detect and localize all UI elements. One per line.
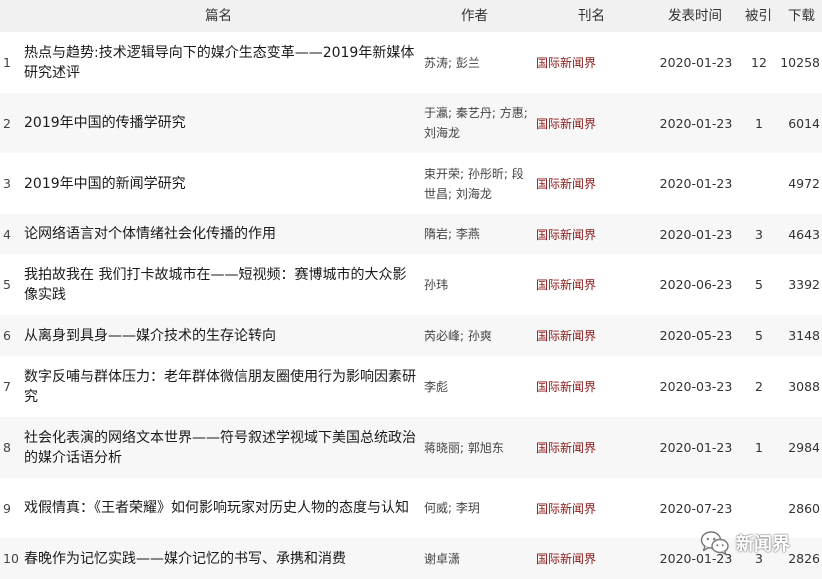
article-title-link[interactable]: 论网络语言对个体情绪社会化传播的作用 [24, 214, 419, 254]
author-links[interactable]: 束开荣; 孙彤昕; 段世昌; 刘海龙 [424, 153, 528, 214]
table-row: 10 春晚作为记忆实践——媒介记忆的书写、承携和消费 谢卓潇 国际新闻界 2020-01… [0, 538, 822, 579]
table-row: 9 戏假情真：《王者荣耀》如何影响玩家对历史人物的态度与认知 何威; 李玥 国际新闻界… [0, 478, 822, 538]
article-title-link[interactable]: 2019年中国的新闻学研究 [24, 153, 419, 214]
cited-count: 12 [751, 55, 767, 70]
cited-count: 2 [755, 379, 763, 394]
row-index: 1 [3, 55, 11, 70]
download-count[interactable]: 6014 [778, 93, 822, 153]
cited-count: 1 [755, 115, 763, 131]
publish-date: 2020-01-23 [659, 440, 733, 455]
row-index: 8 [3, 440, 11, 455]
table-row: 8 社会化表演的网络文本世界——符号叙述学视域下美国总统政治的媒介话语分析 蒋晓丽;… [0, 417, 822, 478]
row-index: 5 [3, 277, 11, 292]
row-index: 10 [3, 551, 19, 566]
download-count[interactable]: 4972 [778, 153, 822, 214]
article-title-link[interactable]: 数字反哺与群体压力：老年群体微信朋友圈使用行为影响因素研究 [24, 356, 419, 417]
table-row: 6 从离身到具身——媒介技术的生存论转向 芮必峰; 孙爽 国际新闻界 2020-05-2… [0, 315, 822, 356]
journal-link[interactable]: 国际新闻界 [536, 538, 626, 579]
publish-date: 2020-01-23 [659, 176, 733, 191]
author-links[interactable]: 于瀛; 秦艺丹; 方惠; 刘海龙 [424, 93, 528, 153]
journal-link[interactable]: 国际新闻界 [536, 32, 626, 93]
table-row: 5 我拍故我在 我们打卡故城市在——短视频：赛博城市的大众影像实践 孙玮 国际新闻界 2… [0, 254, 822, 315]
journal-link[interactable]: 国际新闻界 [536, 417, 626, 478]
header-cited[interactable]: 被引 [745, 0, 772, 32]
header-title[interactable]: 篇名 [205, 0, 232, 32]
download-count[interactable]: 2984 [778, 417, 822, 478]
header-author[interactable]: 作者 [461, 0, 488, 32]
download-count[interactable]: 10258 [778, 32, 822, 93]
journal-link[interactable]: 国际新闻界 [536, 478, 626, 538]
article-title-link[interactable]: 热点与趋势:技术逻辑导向下的媒介生态变革——2019年新媒体研究述评 [24, 32, 419, 93]
row-index: 3 [3, 176, 11, 191]
watermark: 新闻界 [700, 528, 790, 558]
watermark-text: 新闻界 [736, 534, 790, 555]
author-links[interactable]: 隋岩; 李燕 [424, 214, 528, 254]
author-links[interactable]: 谢卓潇 [424, 538, 528, 579]
cited-count [744, 153, 774, 214]
table-row: 2 2019年中国的传播学研究 于瀛; 秦艺丹; 方惠; 刘海龙 国际新闻界 2020-… [0, 93, 822, 153]
cited-count: 5 [755, 328, 763, 343]
row-index: 2 [3, 115, 11, 131]
download-count[interactable]: 4643 [778, 214, 822, 254]
author-links[interactable]: 孙玮 [424, 254, 528, 315]
journal-link[interactable]: 国际新闻界 [536, 315, 626, 356]
download-count[interactable]: 3088 [778, 356, 822, 417]
cited-count: 5 [755, 277, 763, 292]
row-index: 9 [3, 500, 11, 516]
download-count[interactable]: 3148 [778, 315, 822, 356]
author-links[interactable]: 芮必峰; 孙爽 [424, 315, 528, 356]
row-index: 6 [3, 328, 11, 343]
cited-count: 1 [755, 440, 763, 455]
article-title-link[interactable]: 春晚作为记忆实践——媒介记忆的书写、承携和消费 [24, 538, 419, 579]
journal-link[interactable]: 国际新闻界 [536, 153, 626, 214]
article-title-link[interactable]: 2019年中国的传播学研究 [24, 93, 419, 153]
publish-date: 2020-05-23 [659, 328, 733, 343]
publish-date: 2020-06-23 [659, 277, 733, 292]
header-download[interactable]: 下载 [788, 0, 815, 32]
table-row: 1 热点与趋势:技术逻辑导向下的媒介生态变革——2019年新媒体研究述评 苏涛; 彭… [0, 32, 822, 93]
article-title-link[interactable]: 从离身到具身——媒介技术的生存论转向 [24, 315, 419, 356]
publish-date: 2020-03-23 [659, 379, 733, 394]
author-links[interactable]: 蒋晓丽; 郭旭东 [424, 417, 528, 478]
journal-link[interactable]: 国际新闻界 [536, 254, 626, 315]
table-row: 7 数字反哺与群体压力：老年群体微信朋友圈使用行为影响因素研究 李彪 国际新闻界 202… [0, 356, 822, 417]
journal-link[interactable]: 国际新闻界 [536, 356, 626, 417]
table-row: 3 2019年中国的新闻学研究 束开荣; 孙彤昕; 段世昌; 刘海龙 国际新闻界 202… [0, 153, 822, 214]
header-journal[interactable]: 刊名 [578, 0, 605, 32]
publish-date: 2020-01-23 [659, 115, 733, 131]
table-header: 篇名 作者 刊名 发表时间 被引 下载 [0, 0, 822, 32]
author-links[interactable]: 何威; 李玥 [424, 478, 528, 538]
cited-count: 3 [755, 226, 763, 242]
article-title-link[interactable]: 戏假情真：《王者荣耀》如何影响玩家对历史人物的态度与认知 [24, 478, 419, 538]
wechat-icon [700, 531, 729, 556]
journal-link[interactable]: 国际新闻界 [536, 93, 626, 153]
author-links[interactable]: 李彪 [424, 356, 528, 417]
author-links[interactable]: 苏涛; 彭兰 [424, 32, 528, 93]
publish-date: 2020-01-23 [659, 226, 733, 242]
row-index: 7 [3, 379, 11, 394]
article-title-link[interactable]: 我拍故我在 我们打卡故城市在——短视频：赛博城市的大众影像实践 [24, 254, 419, 315]
download-count[interactable]: 3392 [778, 254, 822, 315]
table-row: 4 论网络语言对个体情绪社会化传播的作用 隋岩; 李燕 国际新闻界 2020-01-23… [0, 214, 822, 254]
header-date[interactable]: 发表时间 [668, 0, 722, 32]
article-title-link[interactable]: 社会化表演的网络文本世界——符号叙述学视域下美国总统政治的媒介话语分析 [24, 417, 419, 478]
publish-date: 2020-01-23 [659, 55, 733, 70]
journal-link[interactable]: 国际新闻界 [536, 214, 626, 254]
row-index: 4 [3, 226, 11, 242]
